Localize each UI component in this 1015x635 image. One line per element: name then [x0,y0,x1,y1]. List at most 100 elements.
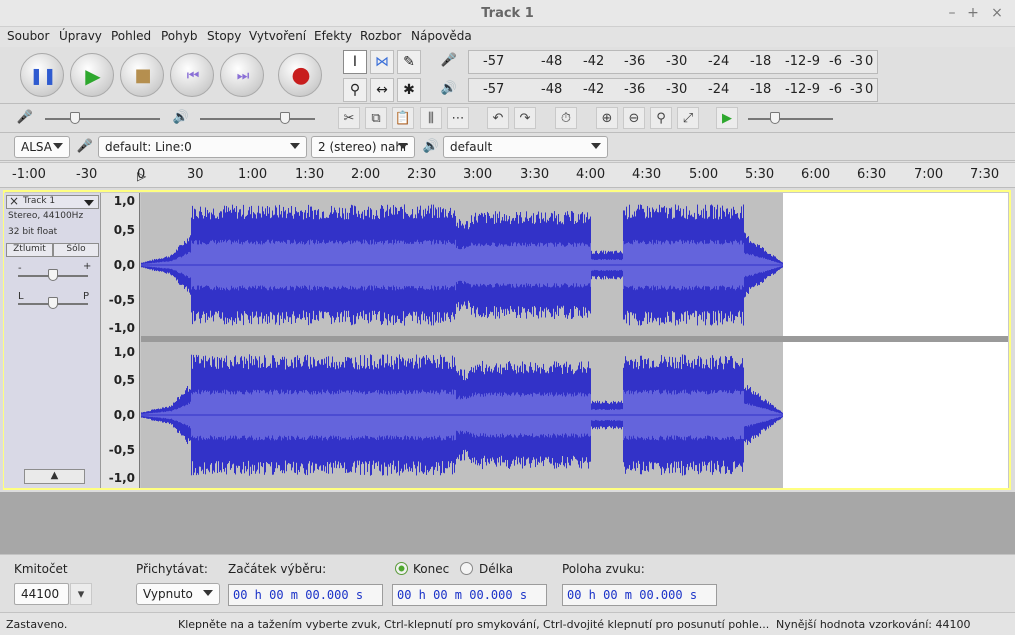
timeshift-tool-button[interactable]: ↔ [370,78,394,102]
track-name-bar[interactable]: × Track 1 [6,194,99,209]
zoom-tool-icon: ⚲ [349,82,361,98]
menu-stopy[interactable]: Stopy [207,29,241,43]
fit-selection-button[interactable]: ⚲ [650,107,672,129]
project-rate-input[interactable]: 44100 [14,583,69,605]
skip-end-button[interactable]: ⏭ [220,53,264,97]
collapse-track-button[interactable]: ▲ [24,469,85,484]
meter-tick: -18 [750,82,772,97]
channels-value: 2 (stereo) nahr [318,140,408,154]
empty-track-area[interactable] [0,492,1015,554]
menu-upravy[interactable]: Úpravy [59,29,102,43]
pause-button[interactable]: ❚❚ [20,53,64,97]
toolbar-divider [0,132,1015,133]
chevron-down-icon: ▾ [77,587,85,602]
copy-button[interactable]: ⧉ [365,107,387,129]
zoom-tool-button[interactable]: ⚲ [343,78,367,102]
status-rate: Nynější hodnota vzorkování: 44100 [776,618,971,631]
maximize-icon[interactable]: + [964,4,982,22]
selection-tool-button[interactable]: I [343,50,367,74]
snap-label: Přichytávat: [136,562,208,576]
length-radio[interactable] [460,562,473,575]
ruler-label: 3:00 [463,167,493,182]
skip-start-button[interactable]: ⏮ [170,53,214,97]
draw-tool-button[interactable]: ✎ [397,50,421,74]
play-meter-button[interactable]: 🔊 [438,78,460,100]
cut-icon: ✂ [343,111,355,126]
play-at-speed-button[interactable]: ▶ [716,107,738,129]
solo-button[interactable]: Sólo [53,243,99,257]
track-close-icon[interactable]: × [9,194,19,208]
channels-select[interactable]: 2 (stereo) nahr [311,136,415,158]
end-radio-label[interactable]: Konec [413,562,449,576]
record-button[interactable]: ● [278,53,322,97]
zoom-in-button[interactable]: ⊕ [596,107,618,129]
audio-host-value: ALSA [21,140,52,154]
menu-pohyb[interactable]: Pohyb [161,29,197,43]
record-meter[interactable]: -57 -48 -42 -36 -30 -24 -18 -12 -9 -6 -3… [468,50,878,74]
silence-button[interactable]: ⋯ [447,107,469,129]
timeline-ruler[interactable]: -1:00 -30 0 30 1:00 1:30 2:00 2:30 3:00 … [0,162,1015,188]
selection-end-field[interactable]: 00 h 00 m 00.000 s [392,584,547,606]
paste-button[interactable]: 📋 [392,107,414,129]
project-rate-value: 44100 [21,587,60,601]
input-volume-icon: 🎤 [14,107,36,129]
recording-device-select[interactable]: default: Line:0 [98,136,307,158]
redo-button[interactable]: ↷ [514,107,536,129]
play-meter[interactable]: -57 -48 -42 -36 -30 -24 -18 -12 -9 -6 -3… [468,78,878,102]
vruler-label: -0,5 [108,443,135,457]
menu-vytvoreni[interactable]: Vytvoření [249,29,306,43]
input-volume-thumb[interactable] [70,112,80,124]
track-name-menu[interactable]: Track 1 [23,196,55,206]
menu-rozbor[interactable]: Rozbor [360,29,401,43]
play-speed-slider[interactable] [748,118,833,120]
fit-project-button[interactable]: ⤢ [677,107,699,129]
record-icon: ● [291,63,311,88]
vruler-label: 0,0 [113,408,135,422]
chevron-down-icon [290,143,300,149]
menu-napoveda[interactable]: Nápověda [411,29,472,43]
playback-device-select[interactable]: default [443,136,608,158]
play-speed-thumb[interactable] [770,112,780,124]
undo-button[interactable]: ↶ [487,107,509,129]
meter-tick: -36 [624,82,646,97]
minimize-icon[interactable]: – [943,4,961,22]
cut-button[interactable]: ✂ [338,107,360,129]
meter-tick: -6 [829,54,842,69]
audio-host-select[interactable]: ALSA [14,136,70,158]
mute-button[interactable]: Ztlumit [6,243,53,257]
length-radio-label[interactable]: Délka [479,562,513,576]
close-icon[interactable]: × [988,4,1006,22]
stop-button[interactable]: ■ [120,53,164,97]
playback-device-icon: 🔊 [420,136,442,158]
undo-icon: ↶ [492,111,504,126]
envelope-tool-button[interactable]: ⋈ [370,50,394,74]
play-button[interactable]: ▶ [70,53,114,97]
ruler-label: 2:00 [351,167,381,182]
snap-select[interactable]: Vypnuto [136,583,220,605]
input-volume-slider[interactable] [45,118,160,120]
end-radio[interactable] [395,562,408,575]
menu-pohled[interactable]: Pohled [111,29,151,43]
waveform-display[interactable] [141,193,1008,488]
trim-button[interactable]: ⫼ [420,107,442,129]
audio-position-field[interactable]: 00 h 00 m 00.000 s [562,584,717,606]
pan-thumb[interactable] [48,297,58,309]
selection-start-field[interactable]: 00 h 00 m 00.000 s [228,584,383,606]
zoom-out-button[interactable]: ⊖ [623,107,645,129]
record-meter-button[interactable]: 🎤 [438,50,460,72]
ruler-label: 7:00 [914,167,944,182]
stop-icon: ■ [134,65,152,86]
output-volume-thumb[interactable] [280,112,290,124]
sync-lock-button[interactable]: ⏱ [555,107,577,129]
multi-tool-button[interactable]: ✱ [397,78,421,102]
menu-efekty[interactable]: Efekty [314,29,352,43]
ruler-label: 2:30 [407,167,437,182]
gain-thumb[interactable] [48,269,58,281]
vertical-ruler: 1,0 0,5 0,0 -0,5 -1,0 1,0 0,5 0,0 -0,5 -… [101,193,140,488]
menu-soubor[interactable]: Soubor [7,29,49,43]
vruler-label: -1,0 [108,321,135,335]
output-volume-slider[interactable] [200,118,315,120]
paste-icon: 📋 [394,111,412,126]
project-rate-dropdown[interactable]: ▾ [70,583,92,605]
fit-selection-icon: ⚲ [656,111,666,126]
